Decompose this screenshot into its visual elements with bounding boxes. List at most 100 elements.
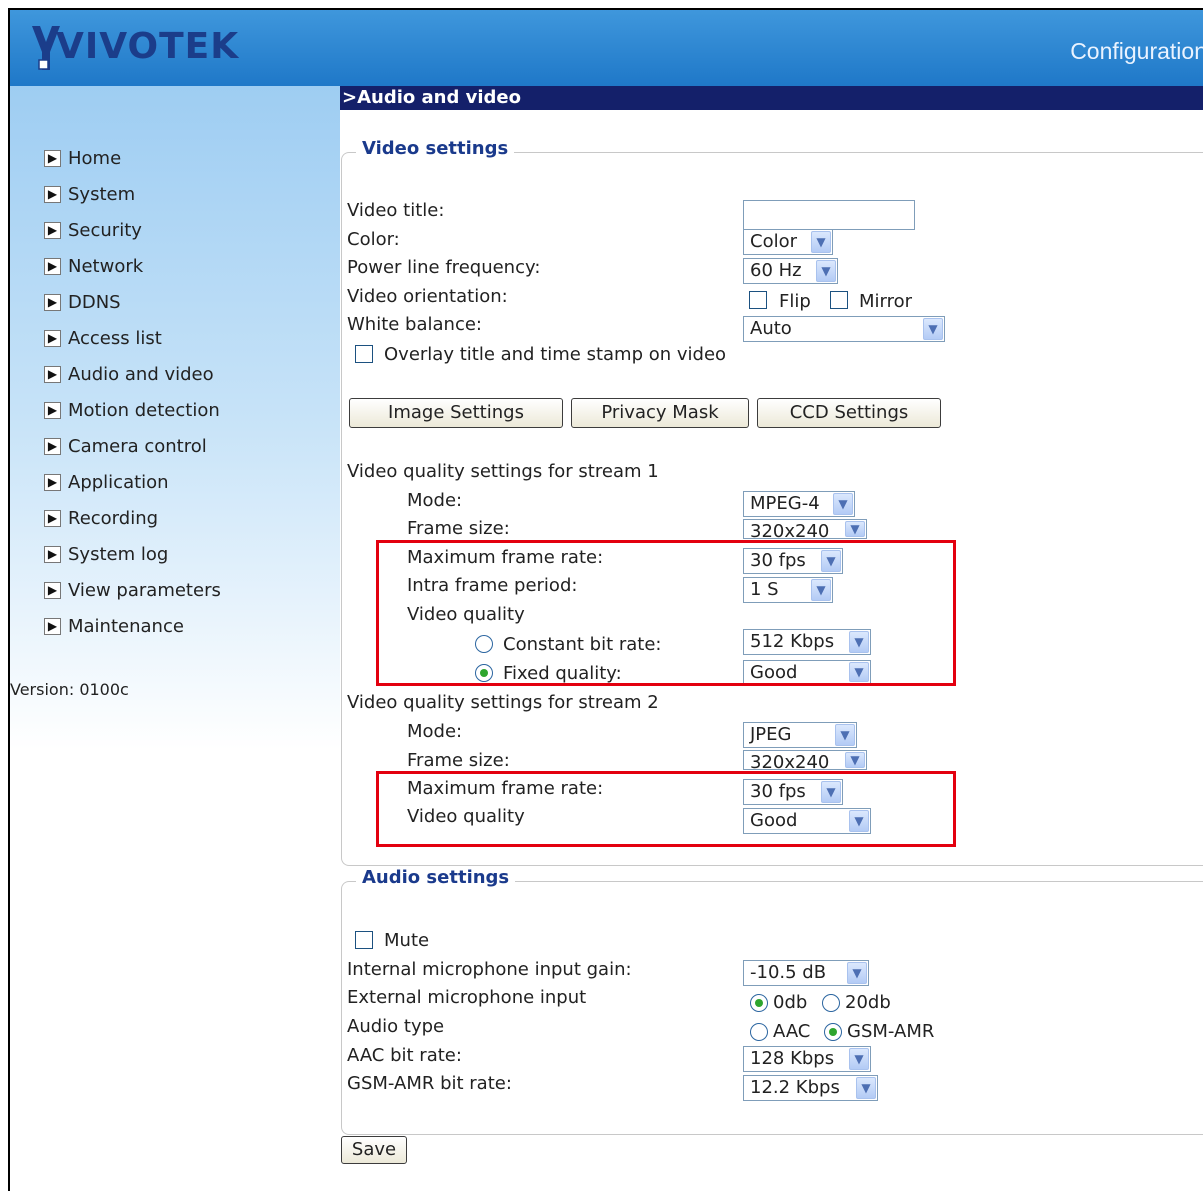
audio-type-aac-radio[interactable]	[750, 1023, 768, 1041]
sidebar-item-audio-and-video[interactable]: ▶ Audio and video	[44, 356, 221, 392]
arrow-right-icon: ▶	[44, 581, 61, 599]
sidebar-item-label: Maintenance	[68, 615, 184, 637]
external-mic-20db-label: 20db	[845, 992, 891, 1013]
sidebar-nav: ▶ Home ▶ System ▶ Security ▶ Network ▶ DDNS ▶ Acces…	[44, 140, 221, 644]
sidebar-item-system-log[interactable]: ▶ System log	[44, 536, 221, 572]
sidebar-item-network[interactable]: ▶ Network	[44, 248, 221, 284]
sidebar-item-application[interactable]: ▶ Application	[44, 464, 221, 500]
white-balance-label: White balance:	[347, 314, 482, 335]
stream1-mode-select[interactable]: MPEG-4 ▼	[743, 491, 855, 517]
color-label: Color:	[347, 229, 400, 250]
aac-bitrate-label: AAC bit rate:	[347, 1045, 462, 1066]
chevron-down-icon[interactable]: ▼	[847, 962, 867, 984]
chevron-down-icon[interactable]: ▼	[849, 1048, 869, 1070]
chevron-down-icon[interactable]: ▼	[835, 724, 855, 746]
sidebar-item-label: View parameters	[68, 579, 221, 601]
chevron-down-icon[interactable]: ▼	[923, 318, 943, 340]
chevron-down-icon[interactable]: ▼	[816, 260, 836, 282]
mute-label: Mute	[384, 930, 430, 951]
stream2-mode-select[interactable]: JPEG ▼	[743, 722, 857, 748]
arrow-right-icon: ▶	[44, 437, 61, 455]
chevron-down-icon[interactable]: ▼	[856, 1077, 876, 1099]
highlight-box-stream2	[376, 771, 956, 847]
internal-mic-gain-label: Internal microphone input gain:	[347, 959, 632, 980]
chevron-down-icon[interactable]: ▼	[845, 752, 865, 768]
stream1-frame-size-label: Frame size:	[407, 518, 510, 539]
arrow-right-icon: ▶	[44, 257, 61, 275]
main-window: VIVOTEK Configuration ▶ Home ▶ System ▶ Secur…	[8, 8, 1203, 1191]
mute-checkbox[interactable]	[355, 931, 373, 949]
stream1-mode-label: Mode:	[407, 490, 463, 511]
stream1-heading: Video quality settings for stream 1	[347, 461, 659, 482]
sidebar-item-camera-control[interactable]: ▶ Camera control	[44, 428, 221, 464]
audio-type-gsm-radio[interactable]	[824, 1023, 842, 1041]
sidebar-item-system[interactable]: ▶ System	[44, 176, 221, 212]
external-mic-0db-radio[interactable]	[750, 994, 768, 1012]
version-label: Version: 0100c	[10, 680, 129, 699]
gsm-bitrate-label: GSM-AMR bit rate:	[347, 1073, 512, 1094]
stream2-frame-size-select[interactable]: 320x240 ▼	[743, 750, 867, 770]
chevron-down-icon[interactable]: ▼	[845, 521, 865, 537]
audio-settings-legend: Audio settings	[356, 867, 516, 888]
overlay-checkbox[interactable]	[355, 345, 373, 363]
arrow-right-icon: ▶	[44, 473, 61, 491]
power-line-label: Power line frequency:	[347, 257, 541, 278]
stream2-frame-size-value: 320x240	[750, 752, 830, 770]
arrow-right-icon: ▶	[44, 401, 61, 419]
sidebar-item-label: System log	[68, 543, 169, 565]
header-bar: VIVOTEK Configuration	[10, 10, 1203, 86]
chevron-down-icon[interactable]: ▼	[833, 493, 853, 515]
chevron-down-icon[interactable]: ▼	[811, 231, 831, 253]
gsm-bitrate-select[interactable]: 12.2 Kbps ▼	[743, 1075, 878, 1101]
video-orientation-label: Video orientation:	[347, 286, 508, 307]
page-title: >Audio and video	[340, 86, 1203, 110]
stream1-frame-size-select[interactable]: 320x240 ▼	[743, 519, 867, 539]
sidebar-item-label: Home	[68, 147, 122, 169]
arrow-right-icon: ▶	[44, 329, 61, 347]
arrow-right-icon: ▶	[44, 509, 61, 527]
aac-bitrate-select[interactable]: 128 Kbps ▼	[743, 1046, 871, 1072]
gsm-bitrate-value: 12.2 Kbps	[750, 1077, 840, 1098]
color-value: Color	[750, 231, 797, 252]
logo-text: VIVOTEK	[56, 26, 240, 67]
sidebar-item-label: System	[68, 183, 136, 205]
sidebar-item-motion-detection[interactable]: ▶ Motion detection	[44, 392, 221, 428]
flip-checkbox[interactable]	[749, 291, 767, 309]
internal-mic-gain-select[interactable]: -10.5 dB ▼	[743, 960, 869, 986]
sidebar-item-access-list[interactable]: ▶ Access list	[44, 320, 221, 356]
sidebar-item-maintenance[interactable]: ▶ Maintenance	[44, 608, 221, 644]
video-title-input[interactable]	[743, 200, 915, 230]
mirror-checkbox[interactable]	[830, 291, 848, 309]
aac-bitrate-value: 128 Kbps	[750, 1048, 835, 1069]
privacy-mask-button[interactable]: Privacy Mask	[571, 398, 749, 428]
sidebar-item-label: Application	[68, 471, 169, 493]
sidebar-item-ddns[interactable]: ▶ DDNS	[44, 284, 221, 320]
sidebar-item-label: Recording	[68, 507, 159, 529]
external-mic-label: External microphone input	[347, 987, 587, 1008]
arrow-right-icon: ▶	[44, 149, 61, 167]
sidebar-item-security[interactable]: ▶ Security	[44, 212, 221, 248]
external-mic-20db-radio[interactable]	[822, 994, 840, 1012]
sidebar-item-home[interactable]: ▶ Home	[44, 140, 221, 176]
sidebar-item-recording[interactable]: ▶ Recording	[44, 500, 221, 536]
audio-type-aac-label: AAC	[773, 1021, 811, 1042]
mirror-label: Mirror	[859, 291, 913, 312]
ccd-settings-button[interactable]: CCD Settings	[757, 398, 941, 428]
video-settings-legend: Video settings	[356, 138, 515, 159]
arrow-right-icon: ▶	[44, 221, 61, 239]
arrow-right-icon: ▶	[44, 365, 61, 383]
sidebar-item-label: Audio and video	[68, 363, 214, 385]
stream1-mode-value: MPEG-4	[750, 493, 820, 514]
color-select[interactable]: Color ▼	[743, 229, 833, 255]
stream2-frame-size-label: Frame size:	[407, 750, 510, 771]
audio-type-label: Audio type	[347, 1016, 445, 1037]
white-balance-select[interactable]: Auto ▼	[743, 316, 945, 342]
sidebar-item-view-parameters[interactable]: ▶ View parameters	[44, 572, 221, 608]
white-balance-value: Auto	[750, 318, 792, 339]
arrow-right-icon: ▶	[44, 293, 61, 311]
image-settings-button[interactable]: Image Settings	[349, 398, 563, 428]
power-line-value: 60 Hz	[750, 260, 802, 281]
power-line-select[interactable]: 60 Hz ▼	[743, 258, 838, 284]
overlay-label: Overlay title and time stamp on video	[384, 344, 727, 365]
save-button[interactable]: Save	[341, 1136, 407, 1164]
